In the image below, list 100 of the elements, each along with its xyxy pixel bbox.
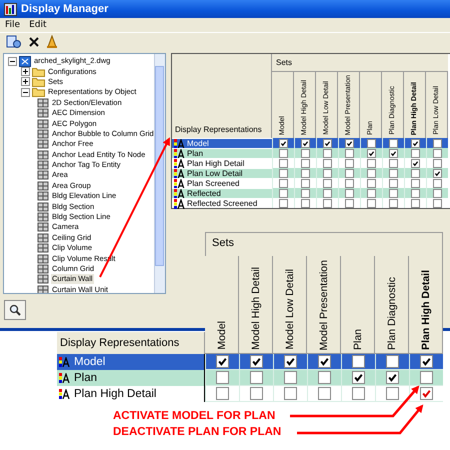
checkbox[interactable]: [386, 387, 399, 400]
collapse-toggle[interactable]: [21, 88, 30, 97]
checkbox[interactable]: [367, 138, 376, 148]
checkbox[interactable]: [411, 188, 420, 198]
checkbox[interactable]: [284, 355, 297, 368]
checkbox[interactable]: [352, 371, 365, 384]
checkbox[interactable]: [318, 387, 331, 400]
checkbox[interactable]: [318, 355, 331, 368]
table-row-header[interactable]: Model: [172, 138, 272, 148]
table-row-header[interactable]: Reflected Screened: [172, 198, 272, 208]
checkbox[interactable]: [411, 168, 420, 178]
checkbox[interactable]: [323, 198, 332, 208]
checkbox[interactable]: [279, 168, 288, 178]
checkbox[interactable]: [389, 138, 398, 148]
checkbox[interactable]: [250, 371, 263, 384]
menu-item[interactable]: File: [5, 20, 20, 30]
scrollbar[interactable]: [154, 54, 165, 293]
checkbox[interactable]: [367, 148, 376, 158]
checkbox[interactable]: [433, 148, 442, 158]
checkbox[interactable]: [367, 158, 376, 168]
table-row-header[interactable]: Plan: [57, 370, 205, 386]
checkbox[interactable]: [433, 178, 442, 188]
checkbox[interactable]: [279, 198, 288, 208]
checkbox[interactable]: [389, 158, 398, 168]
checkbox[interactable]: [433, 198, 442, 208]
checkbox[interactable]: [386, 371, 399, 384]
checkbox[interactable]: [216, 387, 229, 400]
collapse-toggle[interactable]: [8, 56, 17, 66]
checkbox[interactable]: [386, 355, 399, 368]
expand-toggle[interactable]: [21, 77, 30, 86]
checkbox[interactable]: [301, 198, 310, 208]
checkbox[interactable]: [279, 148, 288, 158]
checkbox[interactable]: [345, 148, 354, 158]
table-row-header[interactable]: Plan Low Detail: [172, 168, 272, 178]
checkbox[interactable]: [433, 138, 442, 148]
column-header[interactable]: Plan Diagnostic: [375, 256, 409, 354]
checkbox[interactable]: [284, 371, 297, 384]
checkbox[interactable]: [301, 158, 310, 168]
cone-icon[interactable]: [46, 35, 58, 49]
checkbox[interactable]: [420, 387, 433, 400]
checkbox[interactable]: [411, 138, 420, 148]
checkbox[interactable]: [345, 138, 354, 148]
checkbox[interactable]: [323, 168, 332, 178]
checkbox[interactable]: [367, 178, 376, 188]
checkbox[interactable]: [216, 371, 229, 384]
checkbox[interactable]: [389, 168, 398, 178]
checkbox[interactable]: [301, 188, 310, 198]
expand-toggle[interactable]: [21, 67, 30, 76]
column-header[interactable]: Model: [205, 256, 239, 354]
column-header[interactable]: Model Low Detail: [273, 256, 307, 354]
checkbox[interactable]: [250, 387, 263, 400]
checkbox[interactable]: [279, 178, 288, 188]
checkbox[interactable]: [323, 188, 332, 198]
table-row-header[interactable]: Plan: [172, 148, 272, 158]
checkbox[interactable]: [279, 158, 288, 168]
checkbox[interactable]: [367, 168, 376, 178]
column-header[interactable]: Plan: [341, 256, 375, 354]
checkbox[interactable]: [420, 371, 433, 384]
checkbox[interactable]: [318, 371, 331, 384]
checkbox[interactable]: [433, 168, 442, 178]
checkbox[interactable]: [389, 198, 398, 208]
table-row-header[interactable]: Reflected: [172, 188, 272, 198]
checkbox[interactable]: [345, 188, 354, 198]
checkbox[interactable]: [367, 198, 376, 208]
checkbox[interactable]: [433, 158, 442, 168]
checkbox[interactable]: [367, 188, 376, 198]
checkbox[interactable]: [323, 178, 332, 188]
checkbox[interactable]: [433, 188, 442, 198]
document-gear-icon[interactable]: [6, 35, 22, 49]
checkbox[interactable]: [411, 198, 420, 208]
checkbox[interactable]: [389, 148, 398, 158]
checkbox[interactable]: [345, 178, 354, 188]
checkbox[interactable]: [345, 158, 354, 168]
checkbox[interactable]: [279, 188, 288, 198]
checkbox[interactable]: [411, 178, 420, 188]
checkbox[interactable]: [389, 178, 398, 188]
checkbox[interactable]: [352, 387, 365, 400]
checkbox[interactable]: [345, 198, 354, 208]
table-row-header[interactable]: Plan High Detail: [57, 386, 205, 402]
checkbox[interactable]: [411, 148, 420, 158]
checkbox[interactable]: [250, 355, 263, 368]
checkbox[interactable]: [216, 355, 229, 368]
checkbox[interactable]: [411, 158, 420, 168]
checkbox[interactable]: [301, 168, 310, 178]
column-header[interactable]: Model Presentation: [307, 256, 341, 354]
checkbox[interactable]: [323, 138, 332, 148]
checkbox[interactable]: [352, 355, 365, 368]
checkbox[interactable]: [389, 188, 398, 198]
checkbox[interactable]: [301, 148, 310, 158]
checkbox[interactable]: [345, 168, 354, 178]
checkbox[interactable]: [284, 387, 297, 400]
checkbox[interactable]: [279, 138, 288, 148]
column-header[interactable]: Plan High Detail: [409, 256, 443, 354]
delete-icon[interactable]: [28, 36, 40, 48]
table-row-header[interactable]: Model: [57, 354, 205, 370]
column-header[interactable]: Model High Detail: [239, 256, 273, 354]
checkbox[interactable]: [323, 148, 332, 158]
checkbox[interactable]: [420, 355, 433, 368]
menu-item[interactable]: Edit: [29, 20, 46, 30]
zoom-button[interactable]: [4, 300, 26, 320]
